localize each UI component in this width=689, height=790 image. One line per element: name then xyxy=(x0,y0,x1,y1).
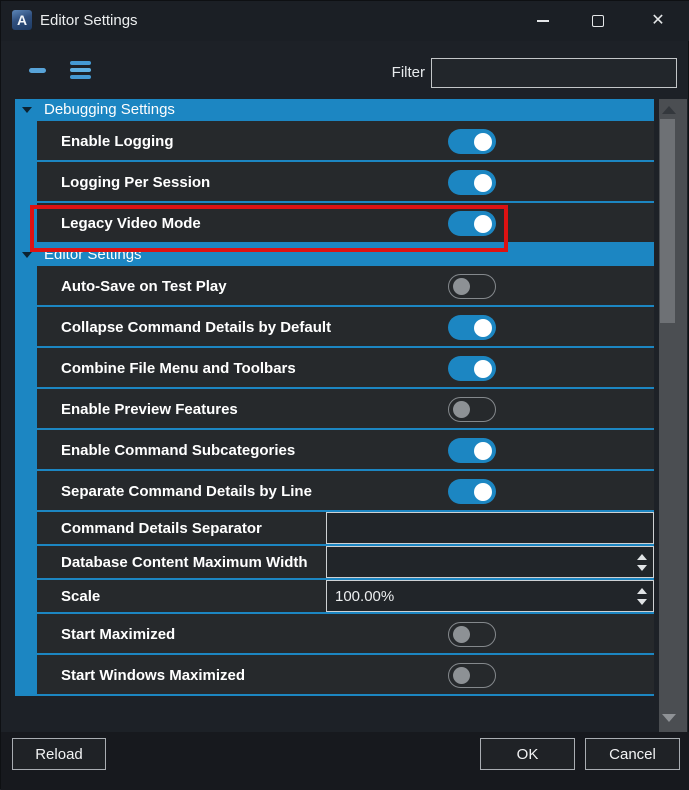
toolbar: Filter xyxy=(1,41,689,99)
separate-command-details-toggle[interactable] xyxy=(448,479,496,504)
collapse-all-button[interactable] xyxy=(25,58,49,82)
ok-button[interactable]: OK xyxy=(480,738,575,770)
toggle-knob xyxy=(453,278,470,295)
setting-row-autosave-test-play: Auto-Save on Test Play xyxy=(37,266,654,307)
vertical-scrollbar[interactable] xyxy=(659,99,687,732)
title-bar: A Editor Settings ✕ xyxy=(1,1,689,41)
start-windows-maximized-toggle[interactable] xyxy=(448,663,496,688)
chevron-down-icon xyxy=(22,107,32,113)
setting-row-separate-command-details: Separate Command Details by Line xyxy=(37,471,654,512)
reload-button[interactable]: Reload xyxy=(12,738,106,770)
setting-label: Enable Preview Features xyxy=(37,389,654,430)
toggle-knob xyxy=(474,483,492,501)
toggle-knob xyxy=(474,133,492,151)
setting-row-command-details-separator: Command Details Separator xyxy=(37,512,654,546)
minimize-icon xyxy=(537,20,549,22)
app-logo-icon: A xyxy=(12,10,32,30)
setting-label: Combine File Menu and Toolbars xyxy=(37,348,654,389)
section-title: Editor Settings xyxy=(44,246,142,263)
section-header-debugging[interactable]: Debugging Settings xyxy=(15,99,654,121)
setting-row-collapse-command-details: Collapse Command Details by Default xyxy=(37,307,654,348)
setting-row-enable-preview-features: Enable Preview Features xyxy=(37,389,654,430)
toggle-knob xyxy=(453,667,470,684)
setting-row-database-content-max-width: Database Content Maximum Width xyxy=(37,546,654,580)
minimize-button[interactable] xyxy=(527,5,559,37)
spin-up-icon[interactable] xyxy=(637,554,647,560)
setting-label: Enable Command Subcategories xyxy=(37,430,654,471)
setting-row-logging-per-session: Logging Per Session xyxy=(37,162,654,203)
cancel-button[interactable]: Cancel xyxy=(585,738,680,770)
section-header-editor[interactable]: Editor Settings xyxy=(15,244,654,266)
toggle-knob xyxy=(453,626,470,643)
database-content-max-width-input[interactable] xyxy=(326,546,654,578)
toggle-knob xyxy=(474,442,492,460)
setting-label: Start Maximized xyxy=(37,614,654,655)
setting-label: Logging Per Session xyxy=(37,162,654,203)
logging-per-session-toggle[interactable] xyxy=(448,170,496,195)
settings-list: Debugging Settings Enable Logging Loggin… xyxy=(15,99,654,732)
enable-command-subcategories-toggle[interactable] xyxy=(448,438,496,463)
setting-row-enable-logging: Enable Logging xyxy=(37,121,654,162)
section-title: Debugging Settings xyxy=(44,101,175,118)
setting-row-combine-file-menu: Combine File Menu and Toolbars xyxy=(37,348,654,389)
window-title: Editor Settings xyxy=(40,1,138,41)
menu-icon xyxy=(70,61,91,65)
filter-input[interactable] xyxy=(431,58,677,88)
scroll-up-icon[interactable] xyxy=(662,106,676,114)
setting-row-scale: Scale xyxy=(37,580,654,614)
scroll-down-icon[interactable] xyxy=(662,714,676,722)
collapse-all-icon xyxy=(29,68,46,73)
section-editor-settings: Editor Settings Auto-Save on Test Play C… xyxy=(15,244,654,696)
maximize-icon xyxy=(592,15,604,27)
toggle-knob xyxy=(474,215,492,233)
toggle-knob xyxy=(474,360,492,378)
setting-label: Auto-Save on Test Play xyxy=(37,266,654,307)
enable-logging-toggle[interactable] xyxy=(448,129,496,154)
toggle-knob xyxy=(453,401,470,418)
setting-row-start-windows-maximized: Start Windows Maximized xyxy=(37,655,654,696)
enable-preview-features-toggle[interactable] xyxy=(448,397,496,422)
toggle-knob xyxy=(474,319,492,337)
setting-row-enable-command-subcategories: Enable Command Subcategories xyxy=(37,430,654,471)
spinner-buttons[interactable] xyxy=(634,580,650,612)
setting-row-start-maximized: Start Maximized xyxy=(37,614,654,655)
scale-input[interactable] xyxy=(326,580,654,612)
setting-label: Separate Command Details by Line xyxy=(37,471,654,512)
autosave-test-play-toggle[interactable] xyxy=(448,274,496,299)
setting-label: Collapse Command Details by Default xyxy=(37,307,654,348)
spinner-buttons[interactable] xyxy=(634,546,650,578)
maximize-button[interactable] xyxy=(582,5,614,37)
combine-file-menu-toggle[interactable] xyxy=(448,356,496,381)
spin-down-icon[interactable] xyxy=(637,565,647,571)
footer-bar: Reload OK Cancel xyxy=(1,732,689,790)
setting-label: Start Windows Maximized xyxy=(37,655,654,696)
spin-down-icon[interactable] xyxy=(637,599,647,605)
legacy-video-mode-toggle[interactable] xyxy=(448,211,496,236)
section-debugging-settings: Debugging Settings Enable Logging Loggin… xyxy=(15,99,654,244)
setting-label: Legacy Video Mode xyxy=(37,203,654,244)
chevron-down-icon xyxy=(22,252,32,258)
scrollbar-thumb[interactable] xyxy=(660,119,675,323)
close-button[interactable]: ✕ xyxy=(642,5,674,37)
spin-up-icon[interactable] xyxy=(637,588,647,594)
toggle-knob xyxy=(474,174,492,192)
collapse-command-details-toggle[interactable] xyxy=(448,315,496,340)
setting-row-legacy-video-mode: Legacy Video Mode xyxy=(37,203,654,244)
command-details-separator-input[interactable] xyxy=(326,512,654,544)
menu-button[interactable] xyxy=(70,58,96,82)
start-maximized-toggle[interactable] xyxy=(448,622,496,647)
filter-label: Filter xyxy=(331,58,425,88)
close-icon: ✕ xyxy=(651,13,664,29)
setting-label: Enable Logging xyxy=(37,121,654,162)
